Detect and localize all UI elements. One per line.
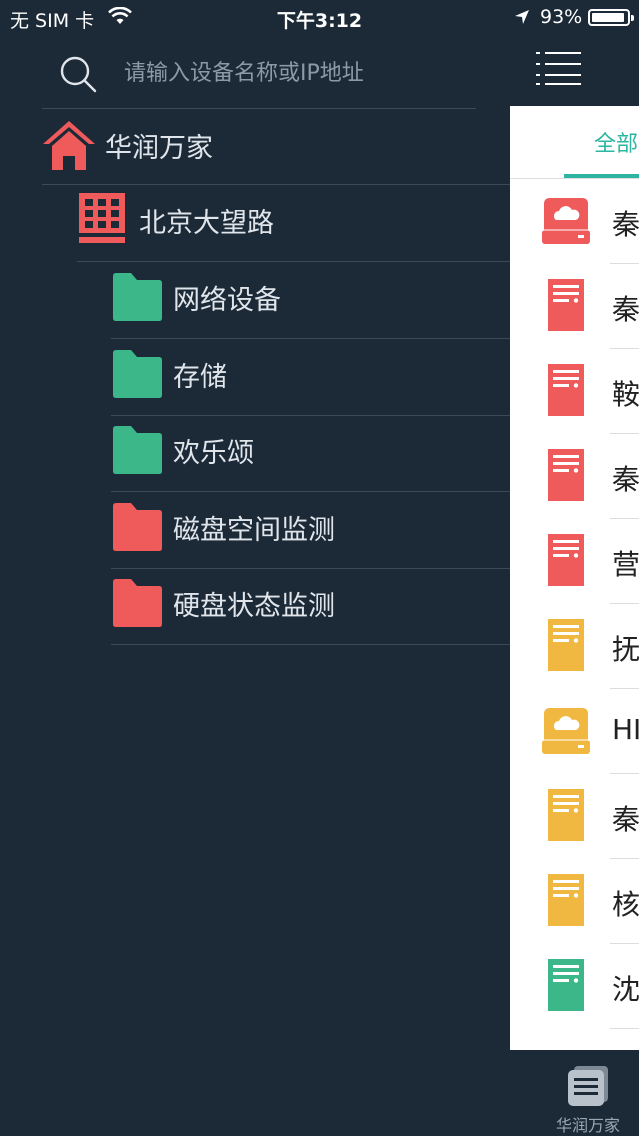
tree-item-group[interactable]: 欢乐颂 (111, 415, 510, 492)
server-icon (548, 789, 584, 845)
tab-all-label: 全部 (594, 132, 639, 157)
device-name: 营 (612, 548, 639, 581)
location-arrow-icon (514, 8, 530, 30)
tree-item-site[interactable]: 北京大望路 (77, 185, 510, 262)
device-name: 沈 (612, 973, 639, 1006)
tab-all[interactable]: 全部 (564, 106, 639, 178)
tree-item-group[interactable]: 硬盘状态监测 (111, 568, 510, 645)
device-row[interactable]: 秦 (510, 434, 639, 519)
tree-item-label: 磁盘空间监测 (173, 515, 335, 546)
tree-item-label: 硬盘状态监测 (173, 591, 335, 622)
folder-icon (111, 347, 163, 403)
menu-icon[interactable] (536, 50, 582, 90)
folder-icon (111, 423, 163, 479)
tree-item-label: 存储 (173, 362, 227, 393)
folder-icon (111, 500, 163, 556)
tree-item-group[interactable]: 存储 (111, 339, 510, 416)
tree-item-group[interactable]: 磁盘空间监测 (111, 492, 510, 569)
device-row[interactable]: 秦 (510, 774, 639, 859)
device-row[interactable]: 秦 (510, 179, 639, 264)
tree-item-group[interactable]: 网络设备 (111, 262, 510, 339)
device-name: 核 (612, 888, 639, 921)
device-row[interactable]: 鞍 (510, 349, 639, 434)
folder-icon (111, 270, 163, 326)
tree-item-root[interactable]: 华润万家 (42, 108, 510, 185)
device-row[interactable]: 秦 (510, 264, 639, 349)
row-divider (610, 1028, 639, 1029)
home-icon (42, 118, 96, 176)
server-icon (548, 534, 584, 590)
battery-icon (588, 9, 634, 26)
device-row[interactable]: 沈 (510, 944, 639, 1029)
tree-item-label: 北京大望路 (139, 208, 274, 239)
cloud-storage-icon (540, 196, 592, 250)
device-name: 鞍 (612, 378, 639, 411)
device-row[interactable]: HI (510, 689, 639, 774)
search-bar (42, 36, 476, 109)
bottom-tab-label: 华润万家 (556, 1116, 621, 1135)
server-icon (548, 874, 584, 930)
device-name: 秦 (612, 208, 639, 241)
main-header (510, 36, 639, 106)
server-icon (548, 449, 584, 505)
search-input[interactable] (122, 54, 466, 92)
folder-icon (111, 576, 163, 632)
tree-item-label: 欢乐颂 (173, 438, 254, 469)
device-name: HI (612, 713, 639, 746)
device-name: 秦 (612, 463, 639, 496)
device-panel: 全部 秦秦鞍秦营抚 HI 秦核沈 (510, 106, 639, 1050)
server-icon (548, 619, 584, 675)
device-name: 秦 (612, 803, 639, 836)
device-row[interactable]: 核 (510, 859, 639, 944)
bottom-tab-bar: 华润万家 (510, 1050, 639, 1136)
cloud-storage-icon (540, 706, 592, 760)
battery-percent: 93% (540, 6, 583, 28)
device-name: 秦 (612, 293, 639, 326)
tree-item-label: 网络设备 (173, 285, 281, 316)
tree-item-label: 华润万家 (105, 133, 213, 164)
status-bar: 无 SIM 卡 下午3:12 93% (0, 0, 639, 36)
server-icon (548, 364, 584, 420)
search-icon (58, 54, 98, 98)
server-icon (548, 959, 584, 1015)
server-icon (548, 279, 584, 335)
documents-icon[interactable] (566, 1064, 610, 1112)
device-row[interactable]: 抚 (510, 604, 639, 689)
device-row[interactable]: 营 (510, 519, 639, 604)
device-name: 抚 (612, 633, 639, 666)
building-icon (77, 193, 127, 247)
